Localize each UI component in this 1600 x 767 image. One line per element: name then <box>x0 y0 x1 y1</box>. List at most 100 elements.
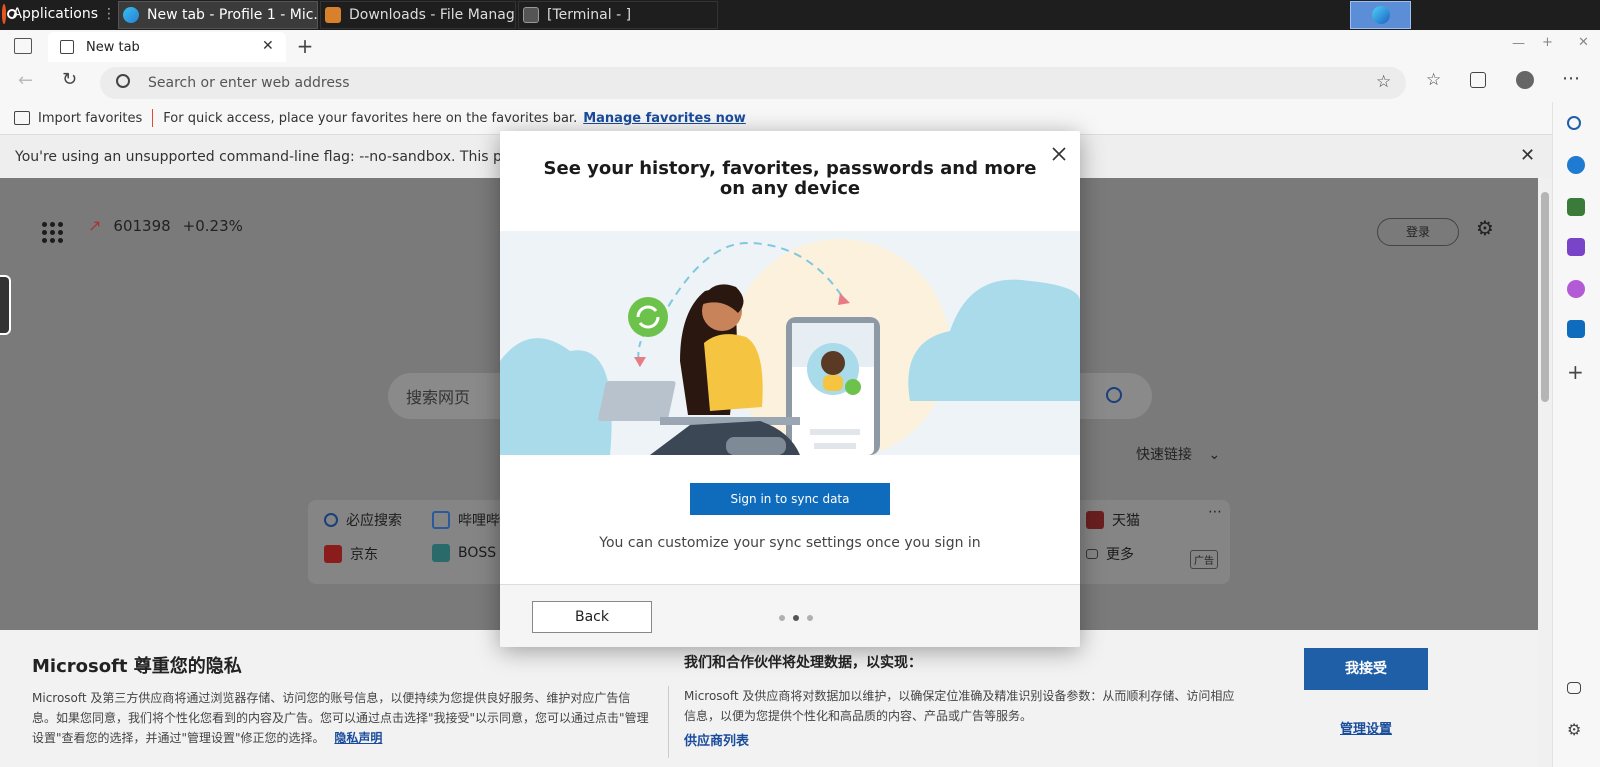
purposes-body: Microsoft 及供应商将对数据加以维护，以确保定位准确及精准识别设备参数：… <box>684 689 1235 723</box>
dialog-footer: Back <box>500 584 1080 647</box>
shopping-icon[interactable] <box>1567 198 1585 216</box>
tmall-icon <box>1086 511 1104 529</box>
manage-favorites-link[interactable]: Manage favorites now <box>583 111 746 126</box>
ubuntu-icon <box>2 4 19 24</box>
quick-link-label: 天猫 <box>1112 513 1140 529</box>
add-favorite-icon[interactable]: ☆ <box>1376 72 1391 92</box>
step-indicator-dot <box>779 615 785 621</box>
quick-links-toggle[interactable]: 快速链接 ⌄ <box>1136 444 1220 464</box>
collections-icon[interactable] <box>1470 72 1486 88</box>
office-icon[interactable] <box>1567 280 1585 298</box>
address-bar[interactable]: Search or enter web address ☆ <box>100 67 1406 99</box>
quick-link-label: 必应搜索 <box>346 513 402 529</box>
vendor-list-link[interactable]: 供应商列表 <box>684 730 749 749</box>
search-placeholder: 搜索网页 <box>406 388 471 407</box>
plus-icon: + <box>296 34 314 58</box>
back-button[interactable]: Back <box>532 601 652 633</box>
quick-link[interactable]: 更多 <box>1086 544 1134 564</box>
search-icon <box>116 74 130 88</box>
tray-edge-button[interactable] <box>1350 1 1411 29</box>
task-terminal[interactable]: [Terminal - ] <box>518 1 718 29</box>
task-label: Downloads - File Manager <box>349 7 516 23</box>
stock-change: +0.23% <box>182 216 243 235</box>
edge-sidebar: + ⚙ <box>1552 102 1600 767</box>
manage-settings-link[interactable]: 管理设置 <box>1340 718 1392 737</box>
sign-in-sync-button[interactable]: Sign in to sync data <box>690 483 890 515</box>
terminal-icon <box>523 7 539 23</box>
more-options-icon[interactable]: ⋯ <box>1208 504 1222 520</box>
quick-link[interactable]: BOSS <box>432 544 496 562</box>
task-label: [Terminal - ] <box>547 7 632 23</box>
sync-subtitle: You can customize your sync settings onc… <box>599 535 981 551</box>
divider <box>668 686 669 758</box>
close-window-icon[interactable]: ✕ <box>1578 35 1589 50</box>
back-arrow-icon[interactable]: ← <box>18 70 33 91</box>
scrollbar-thumb[interactable] <box>1541 192 1549 402</box>
dialog-title: See your history, favorites, passwords a… <box>543 158 1037 199</box>
sync-illustration <box>500 231 1080 455</box>
step-indicator-dot-active <box>793 615 799 621</box>
task-file-manager[interactable]: Downloads - File Manager <box>320 1 516 29</box>
profile-avatar-icon[interactable] <box>1516 71 1534 89</box>
page-scrollbar[interactable] <box>1538 178 1552 767</box>
trend-up-icon: ↗ <box>88 216 102 235</box>
warning-text: You're using an unsupported command-line… <box>15 148 502 165</box>
tab-strip: New tab ✕ + — + ✕ <box>0 30 1600 62</box>
jd-icon <box>324 545 342 563</box>
task-browser[interactable]: New tab - Profile 1 - Mic... <box>118 1 318 29</box>
newtab-page-icon <box>60 40 74 54</box>
sidebar-expand-handle[interactable] <box>0 275 11 335</box>
search-icon[interactable] <box>1567 116 1581 130</box>
outlook-icon[interactable] <box>1567 320 1585 338</box>
favorites-hint: For quick access, place your favorites h… <box>163 110 578 126</box>
import-icon <box>14 111 30 125</box>
sidebar-settings-icon[interactable]: ⚙ <box>1567 720 1585 739</box>
divider <box>152 109 154 127</box>
accept-button[interactable]: 我接受 <box>1304 648 1428 690</box>
games-icon[interactable] <box>1567 238 1585 256</box>
close-infobar-icon[interactable]: ✕ <box>1520 145 1535 166</box>
taskbar: Applications ⋮ New tab - Profile 1 - Mic… <box>0 0 1600 30</box>
tab-actions-icon[interactable] <box>14 38 32 54</box>
login-button[interactable]: 登录 <box>1377 218 1459 246</box>
task-label: New tab - Profile 1 - Mic... <box>147 7 318 23</box>
tab-new-tab[interactable]: New tab ✕ <box>48 32 286 62</box>
import-favorites[interactable]: Import favorites <box>38 111 142 126</box>
maximize-icon[interactable]: + <box>1542 35 1553 50</box>
applications-menu[interactable]: Applications ⋮ <box>0 0 116 28</box>
close-icon[interactable] <box>1050 145 1068 163</box>
tab-title: New tab <box>86 39 140 55</box>
quick-link[interactable]: 天猫 <box>1086 510 1140 530</box>
hide-sidebar-icon[interactable] <box>1567 682 1581 694</box>
more-options-icon[interactable]: ⋯ <box>1562 68 1580 89</box>
privacy-title: Microsoft 尊重您的隐私 <box>32 656 242 677</box>
step-indicator-dot <box>807 615 813 621</box>
minimize-icon[interactable]: — <box>1512 36 1525 51</box>
address-placeholder: Search or enter web address <box>148 75 350 91</box>
bing-chat-icon[interactable] <box>1567 156 1585 174</box>
stock-widget[interactable]: ↗ 601398 +0.23% <box>88 216 243 235</box>
apps-grid-icon[interactable] <box>42 222 63 243</box>
quick-link[interactable]: 必应搜索 <box>324 510 402 530</box>
new-tab-button[interactable]: + <box>294 34 316 58</box>
quick-link[interactable]: 京东 <box>324 544 378 564</box>
favorites-icon[interactable]: ☆ <box>1426 70 1441 90</box>
purposes-title: 我们和合作伙伴将处理数据，以实现： <box>684 655 922 671</box>
bilibili-icon <box>432 511 450 529</box>
edge-icon <box>1371 6 1390 24</box>
quick-link-label: BOSS <box>458 545 497 561</box>
bing-search-icon <box>324 513 338 527</box>
add-sidebar-app-icon[interactable]: + <box>1567 360 1585 384</box>
folder-icon <box>325 7 341 23</box>
close-tab-icon[interactable]: ✕ <box>262 38 274 54</box>
privacy-banner: Microsoft 尊重您的隐私 Microsoft 及第三方供应商将通过浏览器… <box>0 630 1538 767</box>
refresh-icon[interactable]: ↻ <box>62 69 77 90</box>
sync-dialog: See your history, favorites, passwords a… <box>500 131 1080 647</box>
screen: Applications ⋮ New tab - Profile 1 - Mic… <box>0 0 1600 767</box>
chevron-down-icon: ⌄ <box>1208 447 1221 463</box>
settings-gear-icon[interactable]: ⚙ <box>1476 216 1494 240</box>
quick-link-label: 京东 <box>350 547 378 563</box>
quick-link[interactable]: 哔哩哔 <box>432 510 500 530</box>
privacy-statement-link[interactable]: 隐私声明 <box>334 731 382 745</box>
search-submit-icon[interactable] <box>1106 387 1122 403</box>
